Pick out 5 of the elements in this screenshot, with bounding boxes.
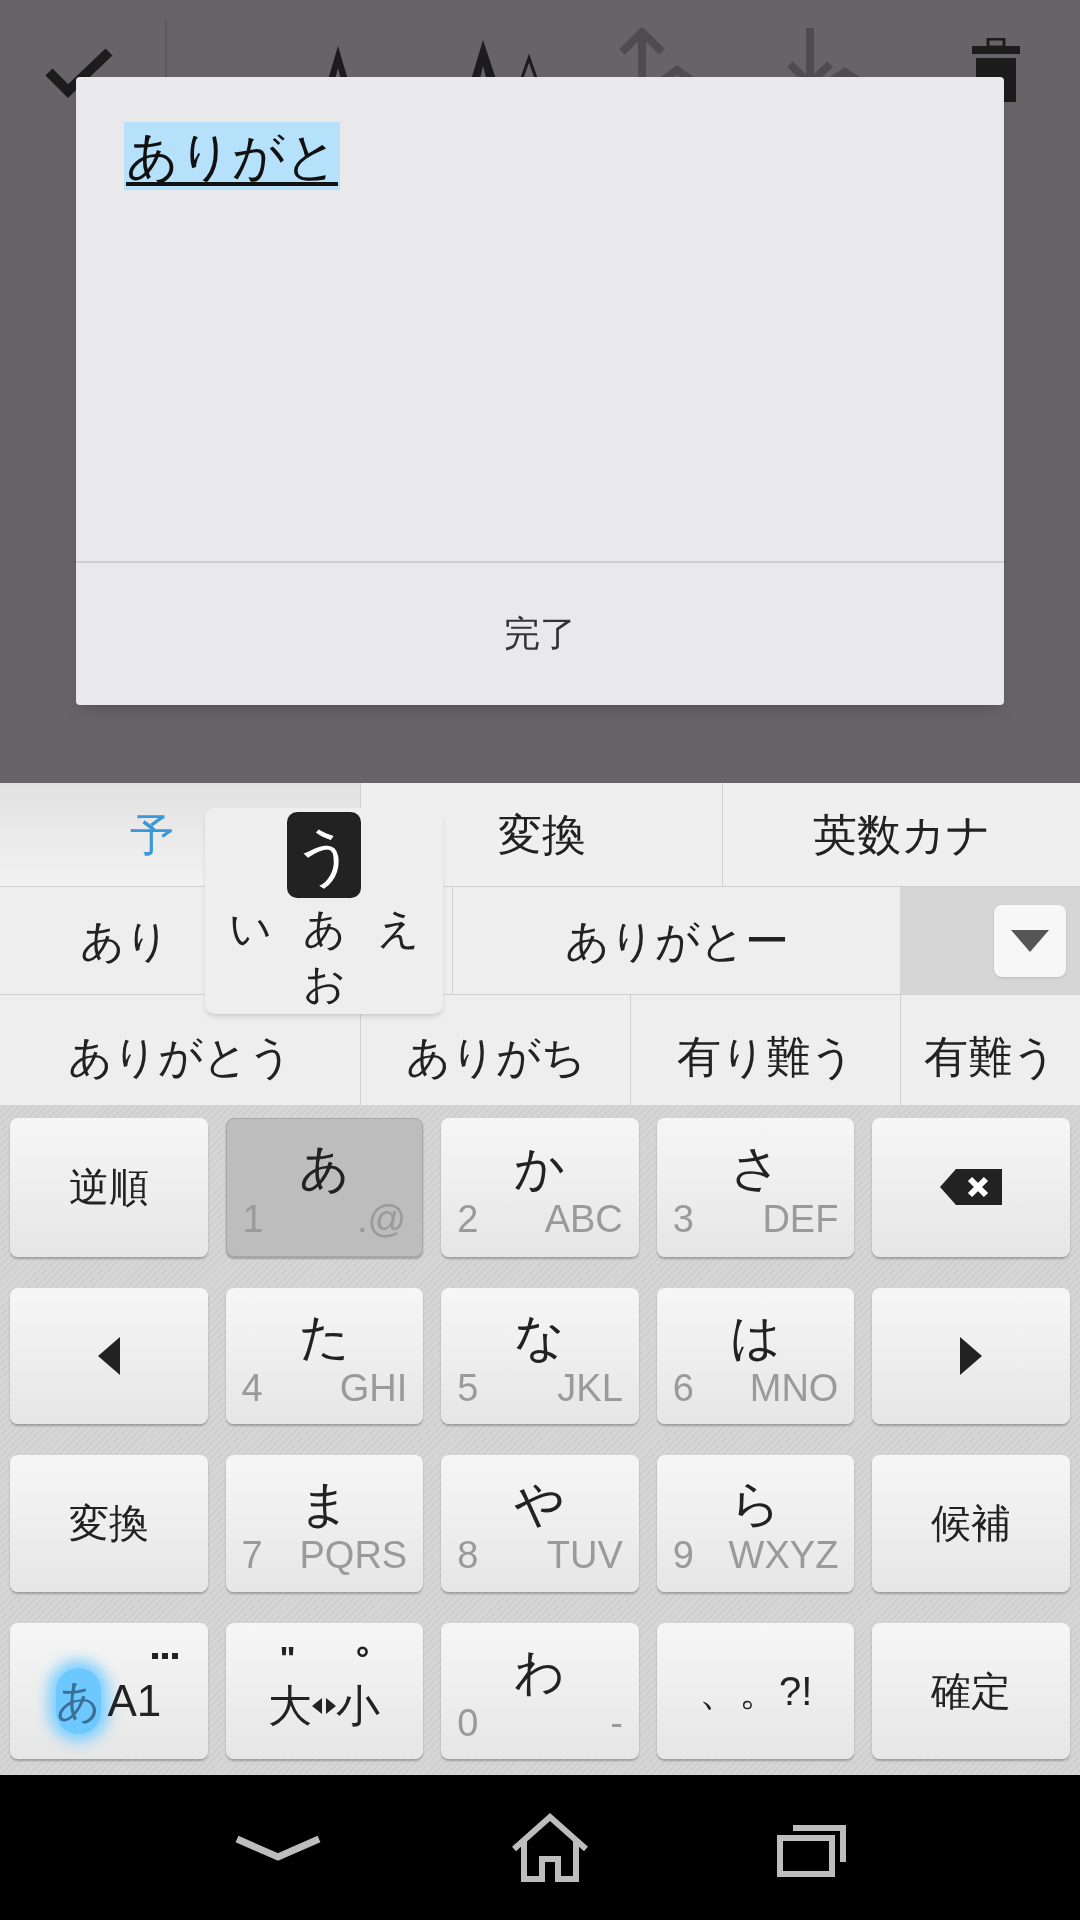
flick-option: う <box>287 812 361 898</box>
mode-label: A1 <box>107 1674 162 1727</box>
flick-option: い <box>228 896 272 960</box>
mode-label: あ <box>56 1667 102 1734</box>
flick-option: え <box>376 896 420 960</box>
